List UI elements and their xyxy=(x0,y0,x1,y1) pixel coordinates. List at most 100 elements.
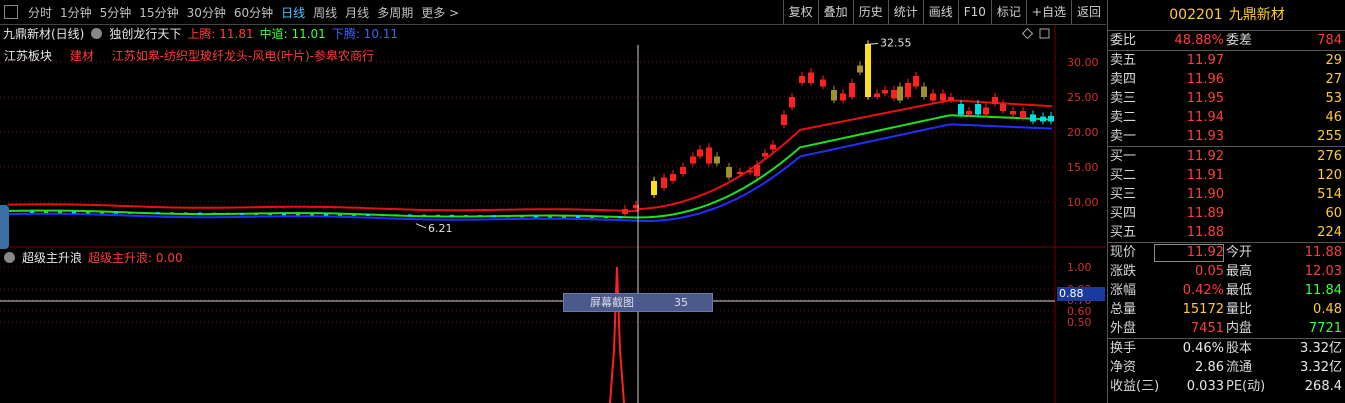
toolbar-button[interactable]: +自选 xyxy=(1025,0,1071,24)
bid-row[interactable]: 买二 11.91 120 xyxy=(1108,166,1345,185)
candle-body xyxy=(680,167,686,174)
ask-row[interactable]: 卖四 11.96 27 xyxy=(1108,70,1345,89)
toolbar-button[interactable]: 返回 xyxy=(1070,0,1106,24)
candle-body xyxy=(913,76,919,87)
stat-label-2: 今开 xyxy=(1226,245,1253,260)
bid-row[interactable]: 买四 11.89 60 xyxy=(1108,204,1345,223)
base-candle xyxy=(156,212,160,215)
level-label: 买一 xyxy=(1110,149,1137,164)
extra-value: 2.86 xyxy=(1195,360,1224,375)
toolbar-button[interactable]: 叠加 xyxy=(817,0,853,24)
ask-book: 卖五 11.97 29 卖四 11.96 27 卖三 11.95 53 卖二 11.94 46 卖一 11… xyxy=(1108,51,1345,147)
weibi-value: 48.88% xyxy=(1174,33,1224,48)
trading-app: 分时 1分钟 5分钟 15分钟 30分钟 60分钟 日线 周线 月线 多周期 更多 > 复权 叠加 历史… xyxy=(0,0,1345,403)
stat-value-2: 7721 xyxy=(1308,321,1342,336)
tooltip-text: 屏幕截图 xyxy=(590,296,634,309)
level-label: 卖四 xyxy=(1110,72,1137,87)
base-candle xyxy=(534,215,538,218)
candle-body xyxy=(1048,115,1054,122)
period-tab[interactable]: 多周期 xyxy=(373,4,417,21)
cursor-axis-value: 0.88 xyxy=(1057,287,1105,301)
period-tab[interactable]: 60分钟 xyxy=(230,4,277,21)
candle-body xyxy=(726,167,732,178)
candle-body xyxy=(948,97,954,101)
menu-square-icon[interactable] xyxy=(4,5,18,19)
sub-indicator-name[interactable]: 超级主升浪 xyxy=(19,249,85,266)
weibi-row: 委比 48.88% 委差 784 xyxy=(1108,31,1345,51)
stat-value-2: 12.03 xyxy=(1304,264,1342,279)
stat-value: 0.42% xyxy=(1182,283,1224,298)
bid-row[interactable]: 买一 11.92 276 xyxy=(1108,147,1345,166)
period-tab[interactable]: 5分钟 xyxy=(96,4,136,21)
kline-chart-svg[interactable]: 30.00 25.00 20.00 15.00 10.00 32.55 6.21 1.00 0.… xyxy=(0,25,1106,403)
sub-indicator-value: 超级主升浪: 0.00 xyxy=(88,250,183,265)
sub-indicator-toggle-icon[interactable] xyxy=(4,251,15,263)
block-tag-region[interactable]: 江苏板块 xyxy=(4,49,52,63)
period-tab[interactable]: 周线 xyxy=(309,4,341,21)
weicha-value: 784 xyxy=(1317,33,1342,48)
stock-title: 九鼎新材(日线) xyxy=(3,26,85,41)
level-price: 11.88 xyxy=(1186,225,1224,240)
price-axis-label: 20.00 xyxy=(1067,126,1099,139)
indicator-name[interactable]: 独创龙行天下 xyxy=(106,25,184,42)
block-tags: 江苏板块 建材 江苏如皋-纺织型玻纤龙头-风电(叶片)-参皋农商行 xyxy=(4,47,388,64)
level-label: 买五 xyxy=(1110,225,1137,240)
base-candle xyxy=(590,216,594,219)
sub-axis-label: 1.00 xyxy=(1067,261,1092,274)
extra-value-2: 268.4 xyxy=(1304,379,1342,394)
side-collapse-tab[interactable] xyxy=(0,205,9,249)
price-axis-label: 30.00 xyxy=(1067,56,1099,69)
stat-row: 涨跌 0.05 最高 12.03 xyxy=(1108,262,1345,281)
level-label: 卖三 xyxy=(1110,91,1137,106)
candle-body xyxy=(874,93,880,97)
ask-row[interactable]: 卖五 11.97 29 xyxy=(1108,51,1345,70)
base-candle xyxy=(324,213,328,216)
candle-body xyxy=(882,90,888,94)
candle-body xyxy=(754,164,760,177)
stat-row: 现价 11.92 今开 11.88 xyxy=(1108,243,1345,262)
period-tab[interactable]: 15分钟 xyxy=(135,4,182,21)
toolbar-button[interactable]: F10 xyxy=(957,0,991,24)
bid-row[interactable]: 买五 11.88 224 xyxy=(1108,223,1345,242)
level-volume: 60 xyxy=(1325,206,1342,221)
candle-body xyxy=(781,114,787,125)
base-candle xyxy=(114,211,118,214)
candle-body xyxy=(622,209,628,214)
period-tab[interactable]: 分时 xyxy=(24,4,56,21)
candle-body xyxy=(1030,114,1036,122)
bid-row[interactable]: 买三 11.90 514 xyxy=(1108,185,1345,204)
bid-book: 买一 11.92 276 买二 11.91 120 买三 11.90 514 买四 11.89 60 买… xyxy=(1108,147,1345,243)
block-tag-industry[interactable]: 建材 xyxy=(70,49,94,63)
ask-row[interactable]: 卖三 11.95 53 xyxy=(1108,89,1345,108)
period-tab[interactable]: 日线 xyxy=(277,4,309,21)
period-tab[interactable]: 月线 xyxy=(341,4,373,21)
level-label: 买三 xyxy=(1110,187,1137,202)
toolbar-button[interactable]: 复权 xyxy=(782,0,818,24)
toolbar-button[interactable]: 标记 xyxy=(990,0,1026,24)
level-volume: 276 xyxy=(1317,149,1342,164)
kline-chart-area[interactable]: 30.00 25.00 20.00 15.00 10.00 32.55 6.21 1.00 0.… xyxy=(0,25,1106,403)
level-price: 11.91 xyxy=(1186,168,1224,183)
candle-body xyxy=(983,107,989,115)
block-tag-concept[interactable]: 江苏如皋-纺织型玻纤龙头-风电(叶片)-参皋农商行 xyxy=(112,49,374,63)
base-candle xyxy=(422,214,426,217)
toolbar-button[interactable]: 统计 xyxy=(887,0,923,24)
period-tab[interactable]: 更多 > xyxy=(417,4,463,21)
period-tab[interactable]: 30分钟 xyxy=(183,4,230,21)
toolbar-button[interactable]: 画线 xyxy=(922,0,958,24)
sub-axis-label: 0.50 xyxy=(1067,316,1092,329)
toolbar-button[interactable]: 历史 xyxy=(852,0,888,24)
ask-row[interactable]: 卖二 11.94 46 xyxy=(1108,108,1345,127)
base-candle xyxy=(450,214,454,217)
stat-label: 外盘 xyxy=(1110,321,1137,336)
ask-row[interactable]: 卖一 11.93 255 xyxy=(1108,127,1345,146)
level-volume: 224 xyxy=(1317,225,1342,240)
period-tab[interactable]: 1分钟 xyxy=(56,4,96,21)
base-candle xyxy=(408,214,412,217)
cursor-tooltip: 屏幕截图 35 xyxy=(563,293,713,312)
base-candle xyxy=(352,213,356,216)
base-candle xyxy=(212,212,216,215)
indicator-toggle-icon[interactable] xyxy=(91,27,103,39)
base-candle xyxy=(72,211,76,214)
candle-body xyxy=(762,153,768,157)
